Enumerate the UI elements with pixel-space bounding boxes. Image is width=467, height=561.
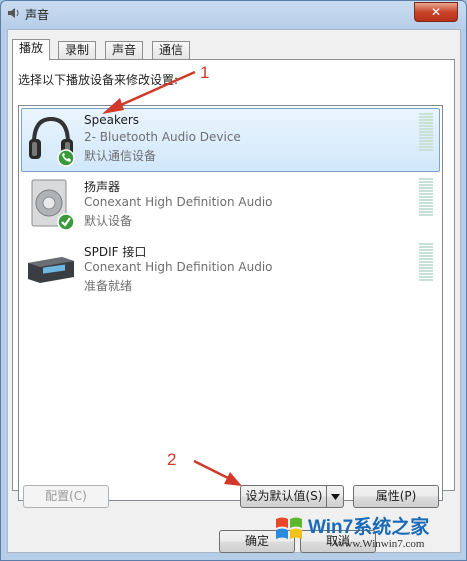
tab-communications[interactable]: 通信 [152, 41, 191, 59]
device-name: SPDIF 接口 [84, 245, 147, 259]
device-item-speakers[interactable]: Speakers 2- Bluetooth Audio Device 默认通信设… [21, 108, 440, 172]
spdif-device-icon [28, 257, 74, 283]
sound-dialog: 声音 ✕ 播放 录制 声音 通信 选择以下播放设备来修改设置: Speakers… [0, 0, 467, 561]
playback-tab-page: 选择以下播放设备来修改设置: Speakers 2- Bluetooth Aud… [12, 59, 455, 501]
check-badge-icon [57, 213, 75, 231]
window-title: 声音 [25, 8, 50, 22]
phone-badge-icon [57, 149, 75, 167]
device-name: 扬声器 [84, 180, 121, 194]
volume-meter [419, 178, 433, 218]
speaker-icon [31, 179, 75, 231]
tab-playback[interactable]: 播放 [12, 39, 51, 60]
title-bar[interactable]: 声音 ✕ [1, 1, 466, 27]
set-default-dropdown[interactable] [326, 485, 344, 508]
device-description: Conexant High Definition Audio [84, 195, 273, 209]
device-status: 准备就绪 [84, 279, 133, 293]
instruction-text: 选择以下播放设备来修改设置: [18, 73, 179, 87]
device-status: 默认设备 [84, 214, 133, 228]
chevron-down-icon [330, 494, 340, 500]
annotation-step-2: 2 [167, 450, 177, 469]
device-description: 2- Bluetooth Audio Device [84, 130, 241, 144]
watermark-brand: Win7系统之家 [308, 517, 430, 538]
annotation-step-1: 1 [200, 63, 210, 82]
device-status: 默认通信设备 [84, 149, 157, 163]
device-item-speaker[interactable]: 扬声器 Conexant High Definition Audio 默认设备 [21, 173, 440, 237]
volume-meter [419, 113, 433, 153]
windows-logo-icon [276, 517, 302, 539]
device-item-spdif[interactable]: SPDIF 接口 Conexant High Definition Audio … [21, 238, 440, 302]
speaker-title-icon [8, 8, 19, 18]
dialog-body: 播放 录制 声音 通信 选择以下播放设备来修改设置: Speakers 2- B… [7, 29, 461, 553]
properties-button[interactable]: 属性(P) [353, 485, 439, 508]
headphones-icon [29, 116, 75, 167]
playback-device-list[interactable]: Speakers 2- Bluetooth Audio Device 默认通信设… [18, 105, 443, 501]
configure-button[interactable]: 配置(C) [23, 485, 109, 508]
volume-meter [419, 243, 433, 283]
set-default-button[interactable]: 设为默认值(S) [240, 485, 328, 508]
close-button[interactable]: ✕ [414, 2, 458, 22]
device-description: Conexant High Definition Audio [84, 260, 273, 274]
tab-recording[interactable]: 录制 [58, 41, 97, 59]
tab-sounds[interactable]: 声音 [105, 41, 144, 59]
watermark-url: Www.Winwin7.com [334, 538, 425, 550]
device-name: Speakers [84, 113, 140, 127]
watermark: Win7系统之家 Www.Winwin7.com [272, 508, 464, 558]
